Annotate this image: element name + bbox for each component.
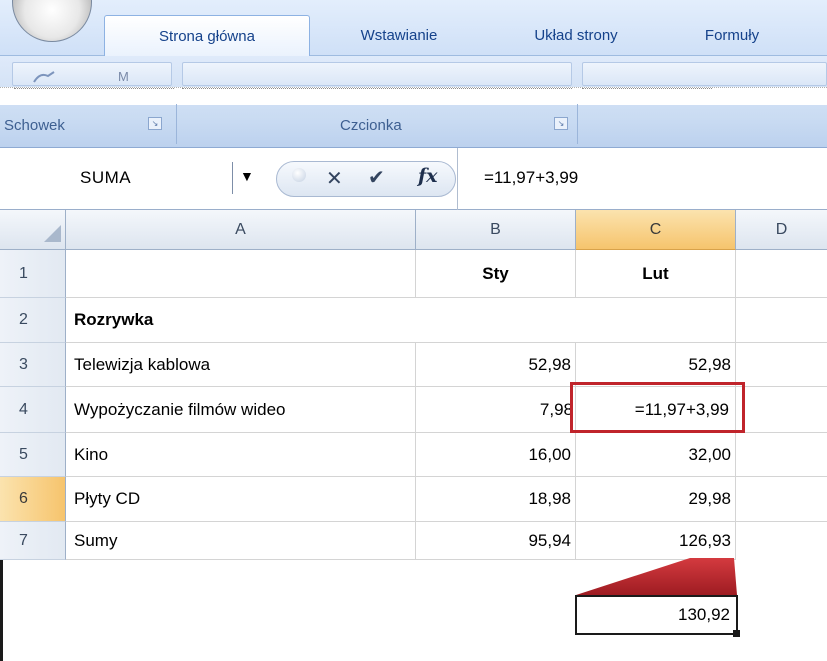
callout-result-value: 130,92 bbox=[678, 605, 730, 624]
fill-handle[interactable] bbox=[733, 630, 740, 637]
callout-pointer bbox=[576, 558, 737, 595]
callout-result-box: 130,92 bbox=[575, 595, 738, 635]
